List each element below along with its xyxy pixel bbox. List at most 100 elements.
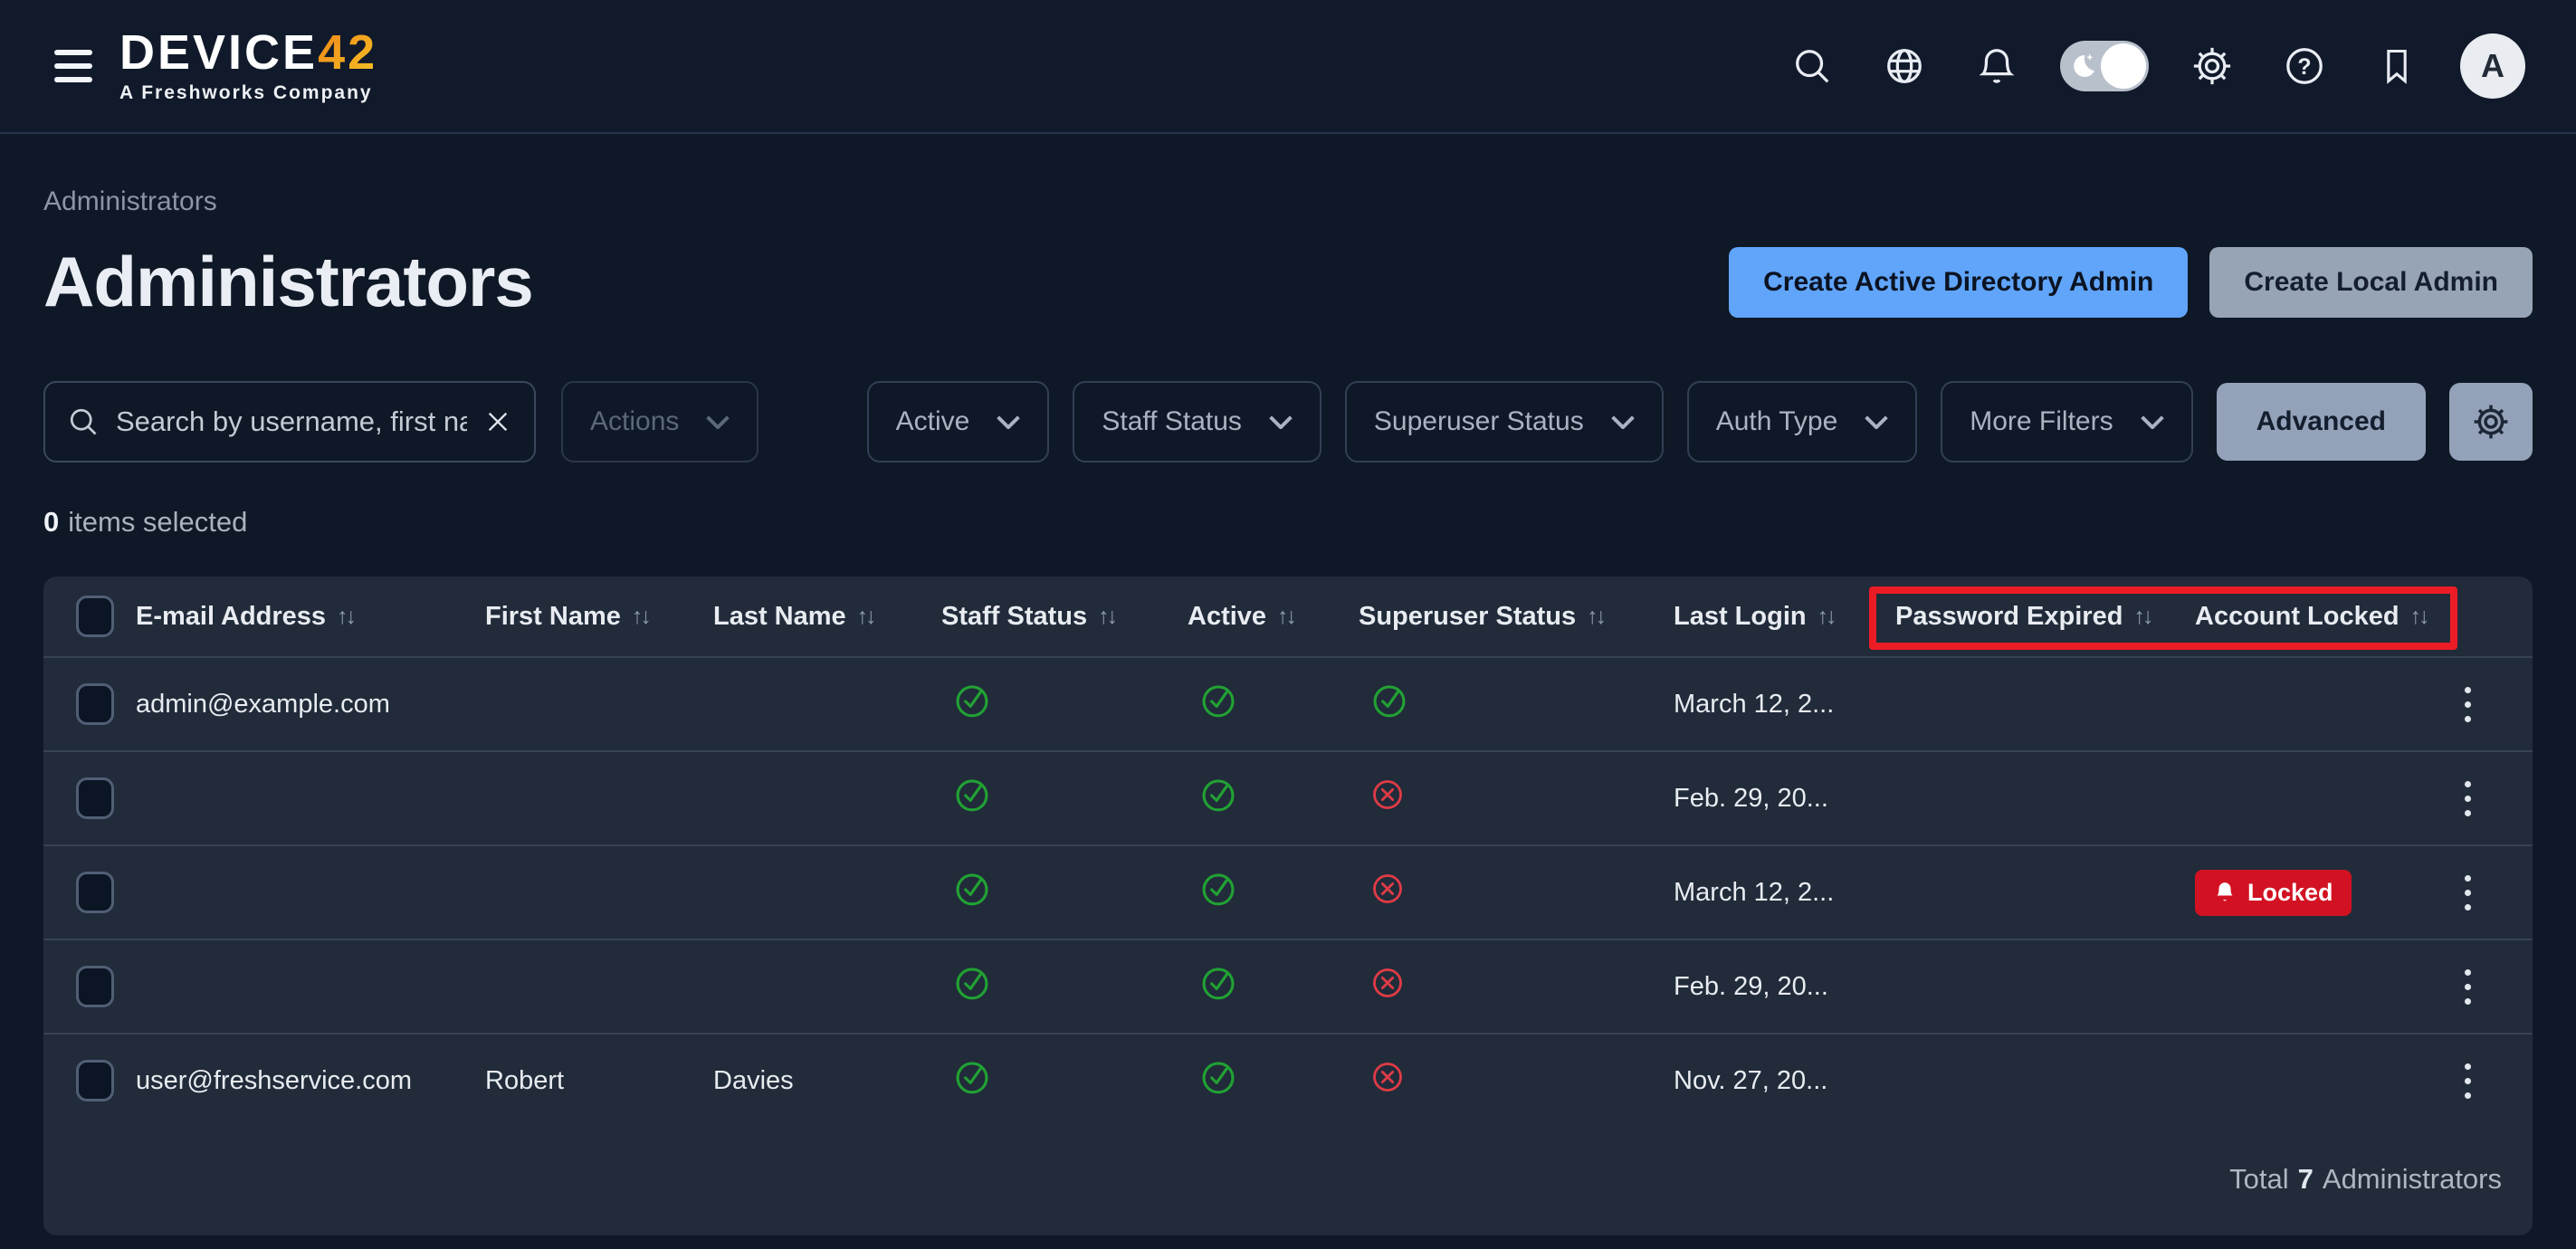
sort-icon: ↑↓ bbox=[1818, 604, 1835, 630]
column-header-password-expired[interactable]: Password Expired↑↓ bbox=[1895, 602, 2195, 632]
column-header-last-login[interactable]: Last Login↑↓ bbox=[1674, 602, 1895, 632]
app-root: DEVICE42 A Freshworks Company bbox=[0, 0, 2576, 1235]
check-circle-icon bbox=[1198, 963, 1238, 1003]
check-circle-icon bbox=[952, 775, 992, 815]
row-checkbox[interactable] bbox=[76, 683, 114, 725]
menu-icon[interactable] bbox=[51, 46, 96, 86]
toggle-knob bbox=[2101, 43, 2146, 89]
row-actions-kebab-menu[interactable] bbox=[2459, 1058, 2476, 1104]
x-circle-icon bbox=[1369, 1059, 1406, 1095]
cell-last-login: Feb. 29, 20... bbox=[1674, 972, 1895, 1002]
filter-auth-type-dropdown[interactable]: Auth Type bbox=[1687, 381, 1918, 462]
sort-icon: ↑↓ bbox=[1098, 604, 1115, 630]
filter-staff-status-dropdown[interactable]: Staff Status bbox=[1073, 381, 1321, 462]
cell-active bbox=[1188, 775, 1359, 822]
globe-icon[interactable] bbox=[1875, 37, 1933, 95]
column-header-staff-status[interactable]: Staff Status↑↓ bbox=[941, 602, 1188, 632]
brand-logo-subtitle: A Freshworks Company bbox=[119, 82, 377, 104]
svg-text:?: ? bbox=[2297, 54, 2311, 80]
x-circle-icon bbox=[1369, 871, 1406, 907]
cell-staff-status bbox=[941, 1057, 1188, 1104]
gear-icon bbox=[2472, 403, 2510, 441]
x-circle-icon bbox=[1369, 777, 1406, 813]
filter-superuser-status-dropdown[interactable]: Superuser Status bbox=[1345, 381, 1664, 462]
sort-icon: ↑↓ bbox=[1587, 604, 1604, 630]
row-checkbox[interactable] bbox=[76, 872, 114, 913]
filter-active-dropdown[interactable]: Active bbox=[867, 381, 1050, 462]
cell-superuser-status bbox=[1359, 965, 1674, 1008]
row-checkbox[interactable] bbox=[76, 966, 114, 1007]
column-header-active[interactable]: Active↑↓ bbox=[1188, 602, 1359, 632]
bookmark-icon[interactable] bbox=[2368, 37, 2426, 95]
table-settings-gear-button[interactable] bbox=[2449, 383, 2533, 461]
check-circle-icon bbox=[952, 681, 992, 720]
cell-staff-status bbox=[941, 775, 1188, 822]
breadcrumb[interactable]: Administrators bbox=[43, 186, 217, 217]
notifications-bell-icon[interactable] bbox=[1968, 37, 2026, 95]
cell-staff-status bbox=[941, 681, 1188, 728]
check-circle-icon bbox=[1198, 775, 1238, 815]
sort-icon: ↑↓ bbox=[2133, 604, 2151, 630]
table-header-row: E-mail Address↑↓ First Name↑↓ Last Name↑… bbox=[43, 577, 2533, 656]
cell-active bbox=[1188, 963, 1359, 1010]
column-header-account-locked[interactable]: Account Locked↑↓ bbox=[2195, 602, 2435, 632]
row-actions-kebab-menu[interactable] bbox=[2459, 964, 2476, 1010]
column-header-email[interactable]: E-mail Address↑↓ bbox=[136, 602, 485, 632]
advanced-button[interactable]: Advanced bbox=[2217, 383, 2426, 461]
sort-icon: ↑↓ bbox=[632, 604, 649, 630]
column-header-superuser-status[interactable]: Superuser Status↑↓ bbox=[1359, 602, 1674, 632]
create-active-directory-admin-button[interactable]: Create Active Directory Admin bbox=[1729, 247, 2188, 318]
moon-icon bbox=[2067, 50, 2100, 87]
row-checkbox[interactable] bbox=[76, 1060, 114, 1101]
check-circle-icon bbox=[1369, 681, 1409, 720]
user-avatar[interactable]: A bbox=[2460, 33, 2525, 99]
sort-icon: ↑↓ bbox=[857, 604, 874, 630]
chevron-down-icon bbox=[706, 415, 730, 429]
cell-first-name: Robert bbox=[485, 1066, 713, 1096]
check-circle-icon bbox=[1198, 869, 1238, 909]
chevron-down-icon bbox=[997, 415, 1020, 429]
table-row: Feb. 29, 20... bbox=[43, 750, 2533, 844]
help-icon[interactable]: ? bbox=[2275, 37, 2333, 95]
sort-icon: ↑↓ bbox=[337, 604, 354, 630]
page-title: Administrators bbox=[43, 241, 533, 323]
select-all-checkbox[interactable] bbox=[76, 596, 114, 637]
create-local-admin-button[interactable]: Create Local Admin bbox=[2209, 247, 2533, 318]
cell-staff-status bbox=[941, 963, 1188, 1010]
column-header-last-name[interactable]: Last Name↑↓ bbox=[713, 602, 941, 632]
cell-account-locked: Locked bbox=[2195, 870, 2435, 916]
more-filters-dropdown[interactable]: More Filters bbox=[1941, 381, 2192, 462]
row-checkbox[interactable] bbox=[76, 777, 114, 819]
theme-toggle[interactable] bbox=[2060, 41, 2149, 91]
cell-last-login: March 12, 2... bbox=[1674, 690, 1895, 720]
table-body: admin@example.com March 12, 2... Feb. 29… bbox=[43, 656, 2533, 1127]
search-icon[interactable] bbox=[1783, 37, 1841, 95]
administrators-table: E-mail Address↑↓ First Name↑↓ Last Name↑… bbox=[43, 577, 2533, 1235]
clear-search-icon[interactable] bbox=[483, 407, 512, 436]
column-header-first-name[interactable]: First Name↑↓ bbox=[485, 602, 713, 632]
sort-icon: ↑↓ bbox=[2410, 604, 2428, 630]
search-input[interactable] bbox=[116, 405, 467, 438]
check-circle-icon bbox=[952, 963, 992, 1003]
check-circle-icon bbox=[1198, 1057, 1238, 1097]
row-actions-kebab-menu[interactable] bbox=[2459, 776, 2476, 822]
cell-email: admin@example.com bbox=[136, 690, 485, 720]
row-actions-kebab-menu[interactable] bbox=[2459, 870, 2476, 916]
x-circle-icon bbox=[1369, 965, 1406, 1001]
cell-superuser-status bbox=[1359, 1059, 1674, 1102]
selection-status: 0items selected bbox=[43, 506, 2533, 539]
settings-gear-icon[interactable] bbox=[2183, 37, 2241, 95]
chevron-down-icon bbox=[1865, 415, 1888, 429]
actions-dropdown[interactable]: Actions bbox=[561, 381, 758, 462]
cell-last-login: March 12, 2... bbox=[1674, 878, 1895, 908]
chevron-down-icon bbox=[2141, 415, 2164, 429]
brand-logo-text: DEVICE42 bbox=[119, 28, 377, 77]
cell-staff-status bbox=[941, 869, 1188, 916]
cell-email: user@freshservice.com bbox=[136, 1066, 485, 1096]
brand-logo[interactable]: DEVICE42 A Freshworks Company bbox=[119, 28, 377, 104]
row-actions-kebab-menu[interactable] bbox=[2459, 682, 2476, 728]
bell-alert-icon bbox=[2213, 881, 2237, 904]
top-navbar: DEVICE42 A Freshworks Company bbox=[0, 0, 2576, 134]
cell-last-login: Feb. 29, 20... bbox=[1674, 784, 1895, 814]
check-circle-icon bbox=[952, 869, 992, 909]
